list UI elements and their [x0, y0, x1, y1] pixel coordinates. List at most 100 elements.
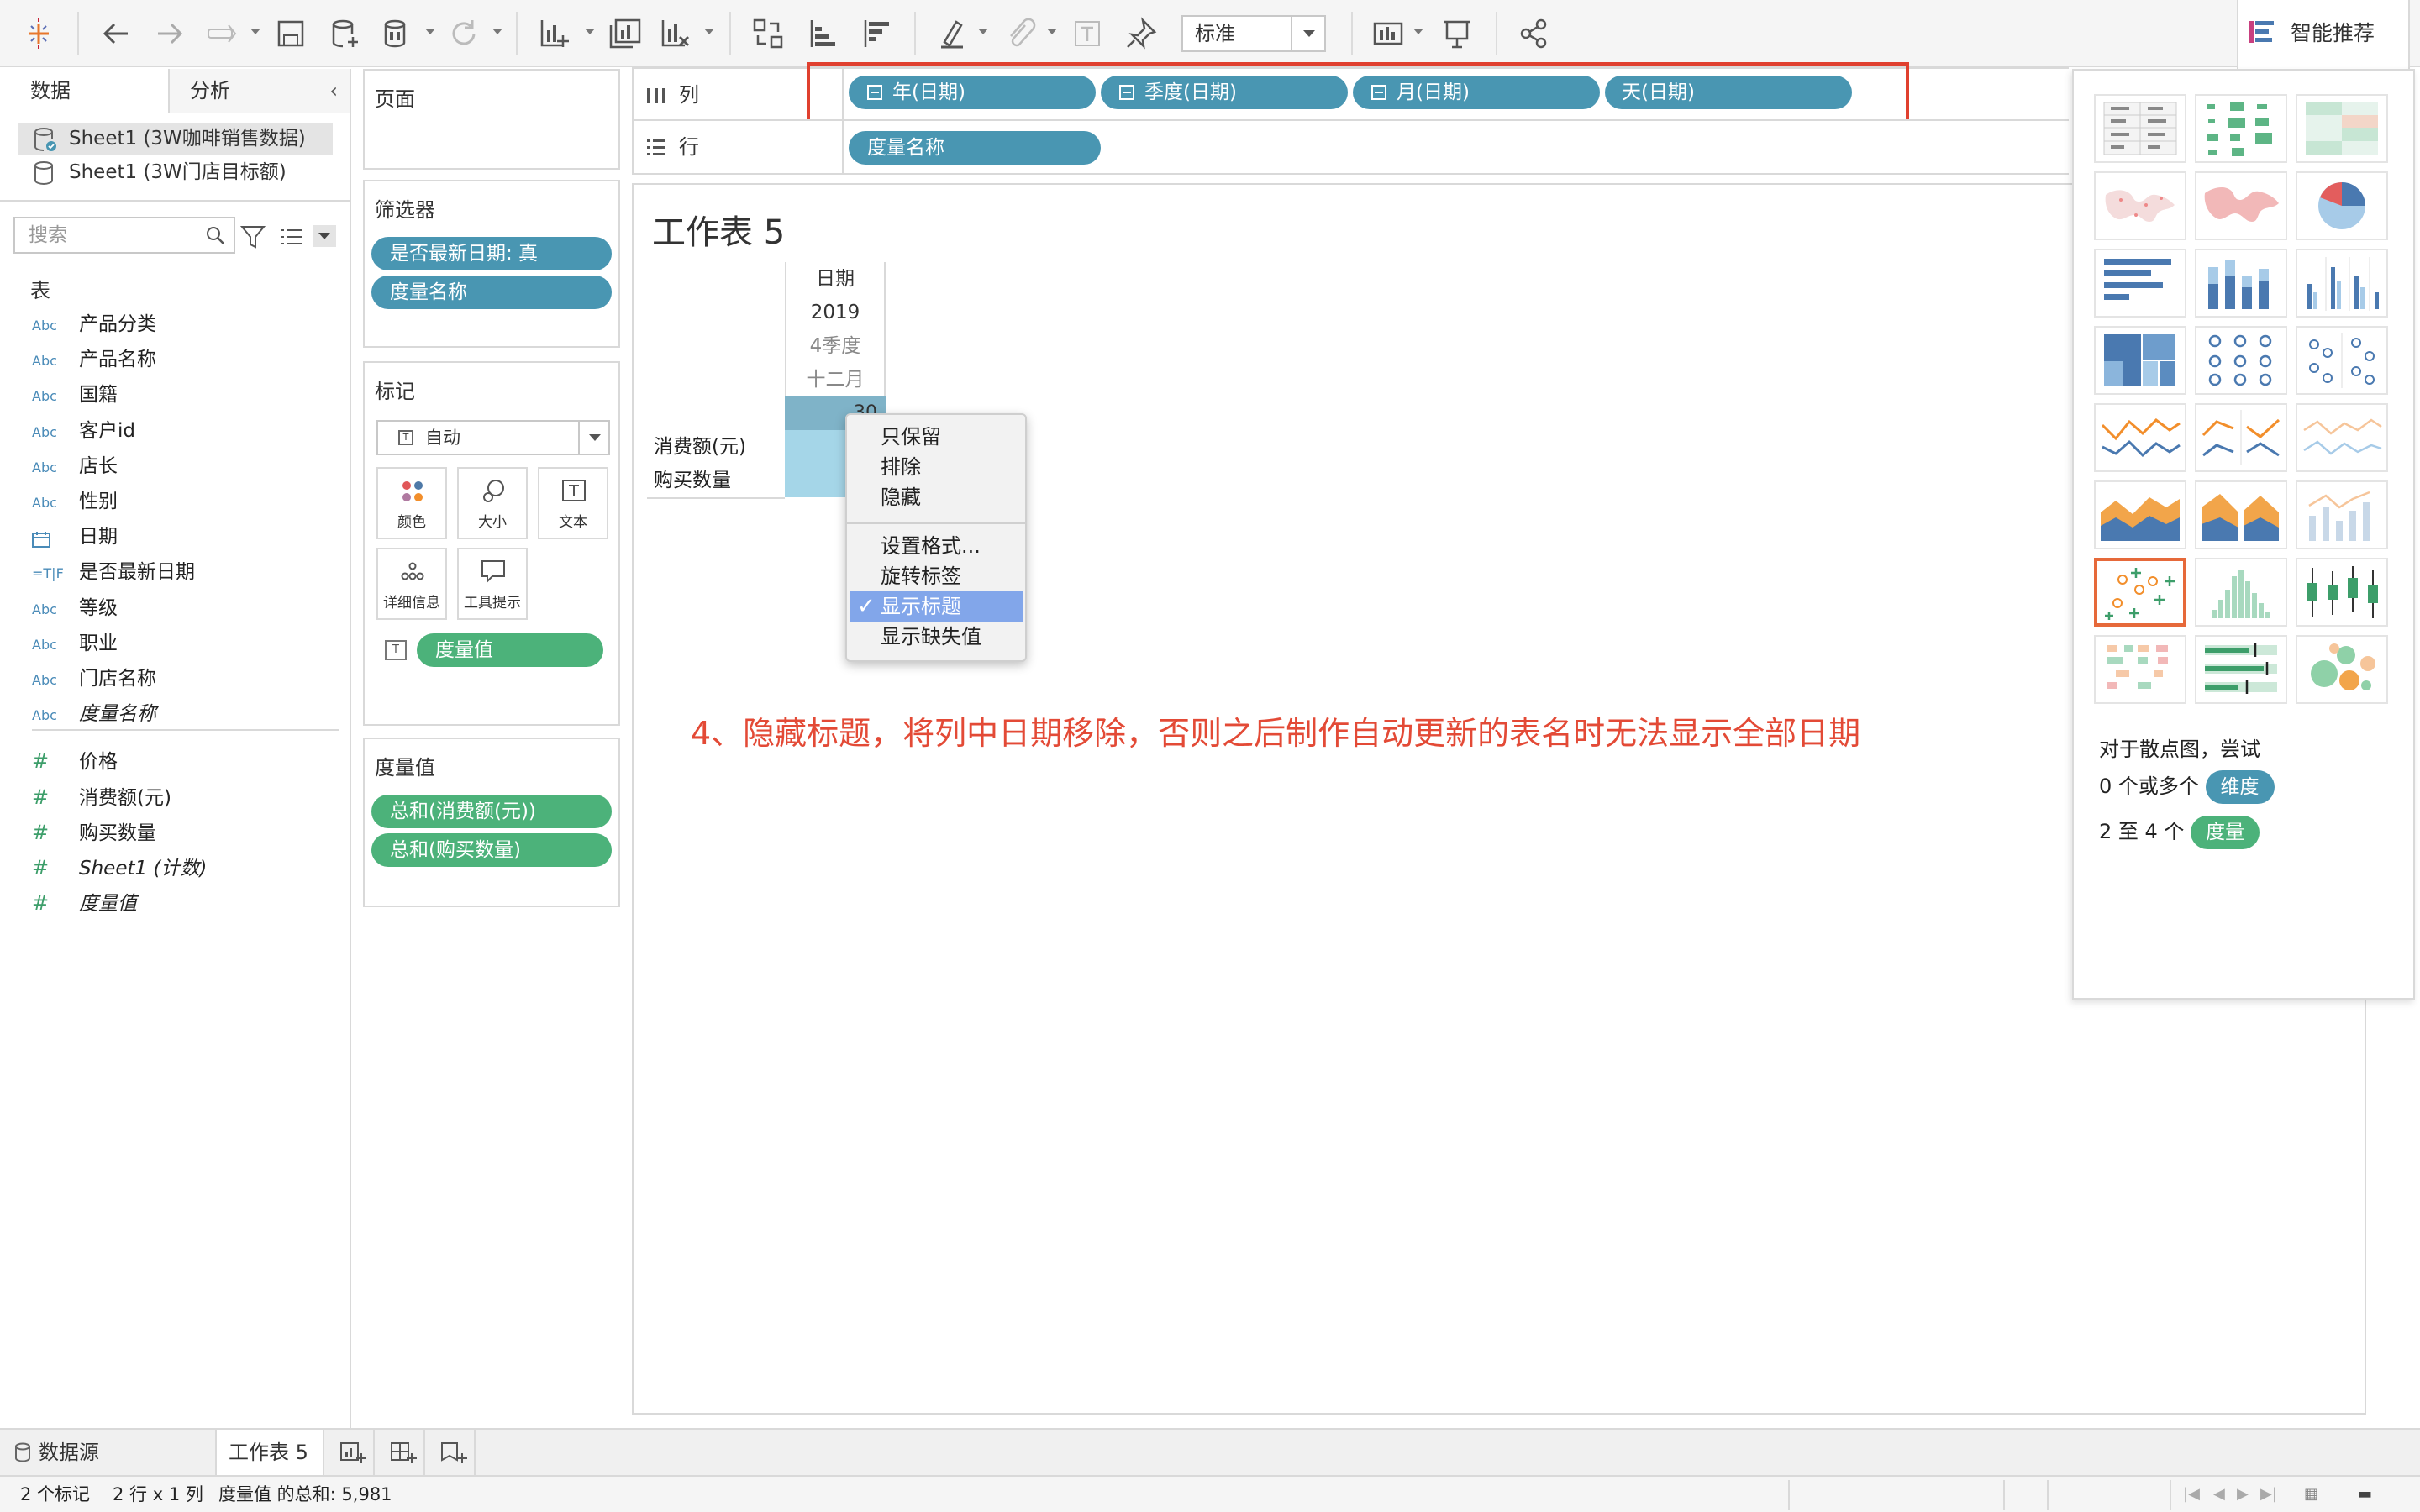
menu-item-exclude[interactable]: 排除	[850, 452, 1023, 482]
show-labels-icon[interactable]	[1067, 13, 1107, 54]
grid-view-icon[interactable]: ▦	[2304, 1487, 2318, 1502]
measure-values-text-pill[interactable]: 度量值	[417, 633, 603, 667]
filter-icon[interactable]	[240, 225, 266, 249]
last-page-icon[interactable]: ▶|	[2260, 1487, 2277, 1502]
share-icon[interactable]	[1514, 13, 1555, 54]
chart-thumb-highlight-table[interactable]	[2296, 94, 2388, 163]
new-datasource-icon[interactable]	[324, 13, 365, 54]
filmstrip-view-icon[interactable]: ▬	[2358, 1487, 2372, 1502]
chart-thumb-area-discrete[interactable]	[2195, 480, 2287, 549]
color-button[interactable]: 颜色	[376, 467, 447, 539]
measure-value-pill[interactable]: 总和(购买数量)	[371, 833, 612, 867]
chart-thumb-pie[interactable]	[2296, 171, 2388, 240]
tab-worksheet-5[interactable]: 工作表 5	[217, 1430, 324, 1475]
group-icon[interactable]	[1000, 13, 1040, 54]
clear-sheet-icon[interactable]	[655, 13, 696, 54]
tab-data[interactable]: 数据	[0, 69, 170, 113]
group-caret-icon[interactable]	[1047, 29, 1057, 34]
marks-card[interactable]: 标记 T 自动 颜色 大小 文本 详细信息 工具提示 T 度量值	[363, 361, 620, 726]
chart-thumb-stacked-bars[interactable]	[2195, 249, 2287, 318]
new-worksheet-button[interactable]	[331, 1430, 375, 1475]
sheet-title[interactable]: 工作表 5	[652, 205, 785, 254]
menu-item-show-missing[interactable]: 显示缺失值	[850, 622, 1023, 652]
sort-descending-icon[interactable]	[855, 13, 896, 54]
chevron-down-icon[interactable]	[578, 422, 608, 454]
pages-card[interactable]: 页面	[363, 69, 620, 170]
replay-icon[interactable]	[202, 13, 242, 54]
menu-item-format[interactable]: 设置格式...	[850, 531, 1023, 561]
dimension-field[interactable]: Abc 职业	[32, 627, 118, 660]
mark-type-select[interactable]: T 自动	[376, 420, 610, 455]
datasource-caret-icon[interactable]	[425, 29, 435, 34]
chart-thumb-heat-map[interactable]	[2195, 94, 2287, 163]
measure-field[interactable]: # 消费额(元)	[32, 780, 171, 814]
refresh-icon[interactable]	[444, 13, 484, 54]
row-header[interactable]: 购买数量	[647, 464, 785, 497]
chart-thumb-histogram[interactable]	[2195, 558, 2287, 627]
text-button[interactable]: 文本	[538, 467, 608, 539]
new-worksheet-caret-icon[interactable]	[585, 29, 595, 34]
chart-thumb-horizontal-bars[interactable]	[2094, 249, 2186, 318]
dimension-field[interactable]: 日期	[32, 520, 118, 554]
chart-thumb-scatter-plot[interactable]	[2094, 558, 2186, 627]
chart-thumb-box-whisker[interactable]	[2296, 558, 2388, 627]
chart-thumb-lines-continuous[interactable]	[2094, 403, 2186, 472]
chart-thumb-circle-view[interactable]	[2195, 326, 2287, 395]
show-cards-caret-icon[interactable]	[1413, 29, 1423, 34]
search-input[interactable]: 搜索	[13, 217, 235, 254]
chart-thumb-gantt[interactable]	[2094, 635, 2186, 704]
menu-item-hide[interactable]: 隐藏	[850, 482, 1023, 512]
datasource-pause-icon[interactable]	[376, 13, 417, 54]
rows-shelf[interactable]: 行 度量名称	[632, 119, 2069, 175]
redo-icon[interactable]	[150, 13, 190, 54]
chevron-down-icon[interactable]	[1291, 17, 1324, 50]
measure-field[interactable]: # 价格	[32, 744, 118, 778]
datasource-item[interactable]: Sheet1 (3W咖啡销售数据)	[18, 123, 333, 155]
fix-axes-icon[interactable]	[1121, 13, 1161, 54]
detail-button[interactable]: 详细信息	[376, 548, 447, 620]
chart-thumb-text-table[interactable]	[2094, 94, 2186, 163]
dimension-field[interactable]: =T|F 是否最新日期	[32, 555, 195, 589]
measure-values-card[interactable]: 度量值 总和(消费额(元)) 总和(购买数量)	[363, 738, 620, 907]
datasource-item[interactable]: Sheet1 (3W门店目标额)	[18, 156, 333, 188]
dimension-field[interactable]: Abc 客户id	[32, 414, 135, 448]
chart-thumb-symbol-map[interactable]	[2094, 171, 2186, 240]
duplicate-sheet-icon[interactable]	[605, 13, 645, 54]
dimension-field[interactable]: Abc 门店名称	[32, 662, 156, 696]
chart-thumb-packed-bubbles[interactable]	[2296, 635, 2388, 704]
filter-pill[interactable]: 是否最新日期: 真	[371, 237, 612, 270]
dimension-field[interactable]: Abc 产品分类	[32, 307, 156, 341]
dimension-field[interactable]: Abc 产品名称	[32, 343, 156, 376]
size-button[interactable]: 大小	[457, 467, 528, 539]
menu-item-rotate-label[interactable]: 旋转标签	[850, 561, 1023, 591]
fit-select[interactable]: 标准	[1181, 15, 1326, 52]
column-header-month[interactable]: 十二月	[785, 363, 886, 396]
dimension-field[interactable]: Abc 等级	[32, 591, 118, 625]
chart-thumb-treemap[interactable]	[2094, 326, 2186, 395]
dimension-field[interactable]: Abc 度量名称	[32, 697, 156, 731]
clear-sheet-caret-icon[interactable]	[704, 29, 714, 34]
new-story-button[interactable]	[432, 1430, 476, 1475]
chart-thumb-dual-combination[interactable]	[2296, 480, 2388, 549]
tab-analysis[interactable]: 分析 ‹	[170, 69, 350, 113]
chart-thumb-area-continuous[interactable]	[2094, 480, 2186, 549]
filter-pill[interactable]: 度量名称	[371, 276, 612, 309]
save-icon[interactable]	[271, 13, 311, 54]
new-worksheet-icon[interactable]	[534, 13, 575, 54]
menu-item-show-header[interactable]: ✓ 显示标题	[850, 591, 1023, 622]
collapse-icon[interactable]: ‹	[329, 81, 338, 101]
chart-thumb-lines-discrete[interactable]	[2195, 403, 2287, 472]
highlight-icon[interactable]	[933, 13, 973, 54]
prev-page-icon[interactable]: ◀	[2213, 1487, 2225, 1502]
chart-thumb-filled-map[interactable]	[2195, 171, 2287, 240]
tooltip-button[interactable]: 工具提示	[457, 548, 528, 620]
sort-ascending-icon[interactable]	[802, 13, 842, 54]
refresh-caret-icon[interactable]	[492, 29, 502, 34]
measure-value-pill[interactable]: 总和(消费额(元))	[371, 795, 612, 828]
next-page-icon[interactable]: ▶	[2237, 1487, 2249, 1502]
measure-field[interactable]: # 度量值	[32, 886, 137, 920]
highlight-caret-icon[interactable]	[978, 29, 988, 34]
measure-field[interactable]: # Sheet1 (计数)	[32, 851, 207, 885]
chart-thumb-dual-lines[interactable]	[2296, 403, 2388, 472]
menu-item-keep-only[interactable]: 只保留	[850, 422, 1023, 452]
